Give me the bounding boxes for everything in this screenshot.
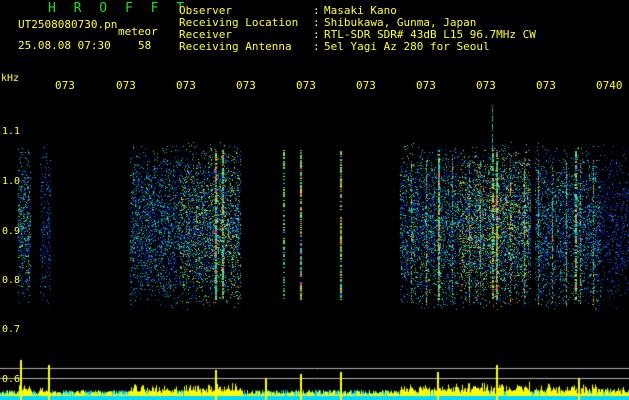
file-name: UT2508080730.pn [18, 18, 118, 31]
x-tick: 073 [116, 79, 136, 92]
y-tick: 1.1 [2, 126, 21, 137]
echo-count: 58 [138, 39, 152, 52]
x-tick: 073 [536, 79, 556, 92]
x-tick: 073 [296, 79, 316, 92]
y-axis-unit: kHz [1, 73, 20, 84]
observer-value: Masaki Kano [324, 4, 397, 17]
x-tick: 073 [176, 79, 196, 92]
receiver-label: Receiver [179, 28, 232, 41]
x-tick: 073 [55, 79, 75, 92]
antenna-sep: : [313, 40, 320, 53]
x-tick: 073 [416, 79, 436, 92]
y-tick: 0.8 [2, 275, 21, 286]
event-tag: meteor [118, 25, 158, 38]
x-tick: 073 [476, 79, 496, 92]
spectrogram-canvas [0, 0, 629, 400]
location-value: Shibukawa, Gunma, Japan [324, 16, 477, 29]
antenna-label: Receiving Antenna [179, 40, 292, 53]
brand-title: H R O F F T [48, 1, 190, 16]
location-label: Receiving Location [179, 16, 299, 29]
receiver-value: RTL-SDR SDR# 43dB L15 96.7MHz CW [324, 28, 536, 41]
antenna-value: 5el Yagi Az 280 for Seoul [324, 40, 490, 53]
x-tick: 0740 [596, 79, 623, 92]
x-tick: 073 [236, 79, 256, 92]
y-tick: 0.6 [2, 374, 21, 385]
observer-sep: : [313, 4, 320, 17]
x-tick: 073 [356, 79, 376, 92]
y-tick: 0.9 [2, 226, 21, 237]
location-sep: : [313, 16, 320, 29]
hrofft-window: H R O F F T UT2508080730.pn meteor 25.08… [0, 0, 629, 400]
y-tick: 1.0 [2, 176, 21, 187]
timestamp: 25.08.08 07:30 [18, 39, 111, 52]
y-tick: 0.7 [2, 324, 21, 335]
observer-label: Observer [179, 4, 232, 17]
receiver-sep: : [313, 28, 320, 41]
